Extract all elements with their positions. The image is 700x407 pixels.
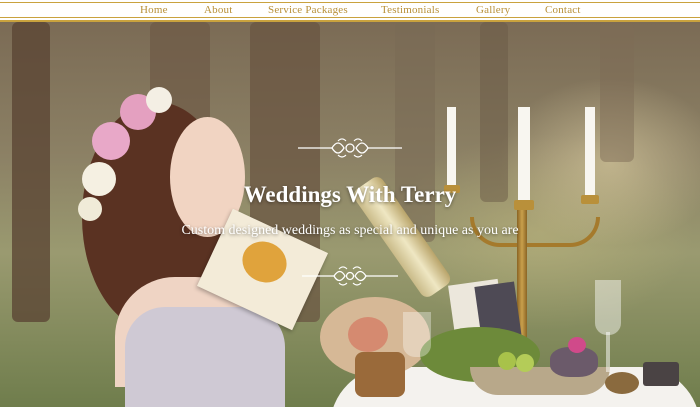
hero-banner: Weddings With Terry Custom designed wedd… [0,22,700,407]
flourish-bottom-ornament [302,266,398,286]
flourish-top-ornament [298,138,402,158]
nav-item-testimonials[interactable]: Testimonials [381,4,439,16]
hero-title: Weddings With Terry [243,182,457,207]
nav-item-home[interactable]: Home [140,4,168,16]
nav-item-about[interactable]: About [204,4,233,16]
nav-item-contact[interactable]: Contact [545,4,581,16]
top-nav-bar: Home About Service Packages Testimonials… [0,0,700,22]
nav-item-gallery[interactable]: Gallery [476,4,510,16]
nav-item-service-packages[interactable]: Service Packages [268,4,348,16]
hero-subtitle: Custom designed weddings as special and … [181,223,519,238]
